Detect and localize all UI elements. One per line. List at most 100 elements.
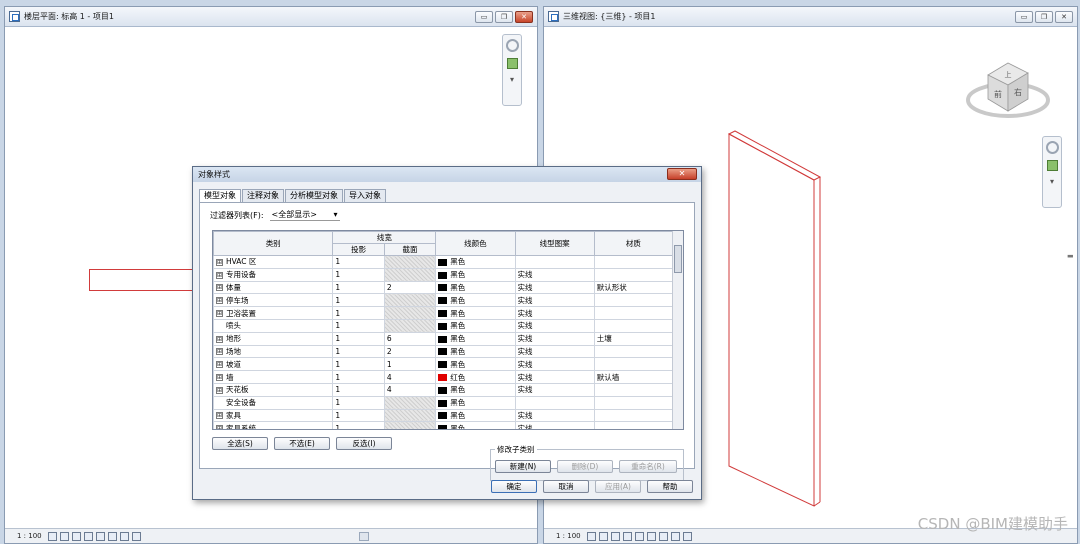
zoom-icon[interactable] <box>1046 160 1058 171</box>
cut-weight-cell[interactable] <box>383 293 437 308</box>
category-cell[interactable]: ⊞ 体量 <box>213 280 334 295</box>
expand-toggle-icon[interactable]: ⊞ <box>216 271 223 279</box>
material-cell[interactable] <box>593 408 674 423</box>
cut-weight-cell[interactable] <box>383 421 437 429</box>
category-cell[interactable]: ⊞ 家具 <box>213 408 334 423</box>
material-cell[interactable] <box>593 421 674 429</box>
material-cell[interactable] <box>593 293 674 308</box>
category-cell[interactable]: ⊞ 场地 <box>213 344 334 359</box>
line-color-cell[interactable]: 黑色 <box>435 306 516 320</box>
table-row[interactable]: ⊞ 停车场 1 黑色 实线 <box>213 293 674 308</box>
line-pattern-cell[interactable]: 实线 <box>514 382 595 397</box>
cut-weight-cell[interactable]: 2 <box>383 280 437 295</box>
view-scale[interactable]: 1 : 100 <box>17 532 42 540</box>
shadows-icon[interactable] <box>83 531 93 541</box>
projection-weight-cell[interactable]: 1 <box>332 331 385 346</box>
delete-subcategory-button[interactable]: 删除(D) <box>557 460 613 473</box>
expand-toggle-icon[interactable]: ⊞ <box>216 386 223 394</box>
line-color-cell[interactable]: 黑色 <box>435 395 516 410</box>
tab-analytical-model-objects[interactable]: 分析模型对象 <box>285 189 343 202</box>
expand-toggle-icon[interactable]: ⊞ <box>216 310 223 318</box>
line-pattern-cell[interactable]: 实线 <box>514 331 595 346</box>
projection-weight-cell[interactable]: 1 <box>332 408 385 423</box>
viewcube-right-face[interactable]: 右 <box>1014 87 1022 97</box>
vertical-scroll-mark[interactable]: ▬ <box>1067 252 1074 260</box>
line-pattern-cell[interactable] <box>514 395 595 410</box>
projection-weight-cell[interactable]: 1 <box>332 395 385 410</box>
table-row[interactable]: ⊞ 地形 1 6 黑色 实线 土壤 <box>213 331 674 346</box>
material-cell[interactable]: 默认墙 <box>593 370 674 384</box>
header-line-color[interactable]: 线颜色 <box>435 231 516 256</box>
view-scale[interactable]: 1 : 100 <box>556 532 581 540</box>
render-icon[interactable] <box>634 531 644 541</box>
expand-toggle-icon[interactable]: ⊞ <box>216 335 223 343</box>
material-cell[interactable]: 土壤 <box>593 331 674 346</box>
cut-weight-cell[interactable] <box>383 408 437 423</box>
expand-toggle-icon[interactable]: ⊞ <box>216 348 223 356</box>
line-pattern-cell[interactable]: 实线 <box>514 344 595 359</box>
steering-wheel-icon[interactable] <box>1045 141 1059 154</box>
cut-weight-cell[interactable] <box>383 318 437 333</box>
projection-weight-cell[interactable]: 1 <box>332 357 385 372</box>
select-none-button[interactable]: 不选(E) <box>274 437 330 450</box>
category-cell[interactable]: ⊞ 天花板 <box>213 382 334 397</box>
line-color-cell[interactable]: 黑色 <box>435 408 516 423</box>
line-pattern-cell[interactable]: 实线 <box>514 267 595 282</box>
category-cell[interactable]: ⊞ 坡道 <box>213 357 334 372</box>
table-row[interactable]: ⊞ 坡道 1 1 黑色 实线 <box>213 357 674 372</box>
line-pattern-cell[interactable] <box>514 255 595 269</box>
chevron-down-icon[interactable]: ▾ <box>510 75 514 84</box>
lock-view-icon[interactable] <box>658 531 668 541</box>
line-color-cell[interactable]: 黑色 <box>435 331 516 346</box>
visual-style-icon[interactable] <box>598 531 608 541</box>
close-button[interactable]: ✕ <box>515 11 533 23</box>
reveal-hidden-icon[interactable] <box>682 531 692 541</box>
temporary-hide-icon[interactable] <box>119 531 129 541</box>
object-styles-dialog[interactable]: 对象样式 ✕ 模型对象 注释对象 分析模型对象 导入对象 过滤器列表(F): <… <box>192 166 702 500</box>
sun-path-icon[interactable] <box>610 531 620 541</box>
filter-dropdown[interactable]: <全部显示> ▾ <box>269 209 340 221</box>
invert-selection-button[interactable]: 反选(I) <box>336 437 392 450</box>
line-pattern-cell[interactable]: 实线 <box>514 280 595 295</box>
category-cell[interactable]: ⊞ 地形 <box>213 331 334 346</box>
header-cut[interactable]: 截面 <box>383 243 437 256</box>
line-pattern-cell[interactable]: 实线 <box>514 408 595 423</box>
shadows-icon[interactable] <box>622 531 632 541</box>
category-cell[interactable]: 安全设备 <box>213 395 334 410</box>
table-row[interactable]: ⊞ 专用设备 1 黑色 实线 <box>213 267 674 282</box>
tab-imported-objects[interactable]: 导入对象 <box>344 189 386 202</box>
material-cell[interactable]: 默认形状 <box>593 280 674 295</box>
minimize-button[interactable]: ▭ <box>1015 11 1033 23</box>
table-row[interactable]: ⊞ 天花板 1 4 黑色 实线 <box>213 382 674 397</box>
line-pattern-cell[interactable]: 实线 <box>514 357 595 372</box>
line-pattern-cell[interactable]: 实线 <box>514 370 595 384</box>
new-subcategory-button[interactable]: 新建(N) <box>495 460 551 473</box>
projection-weight-cell[interactable]: 1 <box>332 267 385 282</box>
cut-weight-cell[interactable]: 4 <box>383 382 437 397</box>
grid-scrollbar[interactable] <box>672 231 683 429</box>
ok-button[interactable]: 确定 <box>491 480 537 493</box>
expand-toggle-icon[interactable]: ⊞ <box>216 258 223 266</box>
navigation-bar[interactable]: ▾ <box>1042 136 1062 208</box>
projection-weight-cell[interactable]: 1 <box>332 255 385 269</box>
horizontal-scroll-thumb[interactable] <box>359 532 369 541</box>
sun-path-icon[interactable] <box>71 531 81 541</box>
visual-style-icon[interactable] <box>59 531 69 541</box>
select-all-button[interactable]: 全选(S) <box>212 437 268 450</box>
navigation-bar[interactable]: ▾ <box>502 34 522 106</box>
header-category[interactable]: 类别 <box>213 231 334 256</box>
minimize-button[interactable]: ▭ <box>475 11 493 23</box>
projection-weight-cell[interactable]: 1 <box>332 370 385 384</box>
category-cell[interactable]: ⊞ 墙 <box>213 370 334 384</box>
line-color-cell[interactable]: 黑色 <box>435 293 516 308</box>
line-color-cell[interactable]: 黑色 <box>435 421 516 429</box>
category-cell[interactable]: ⊞ 卫浴装置 <box>213 306 334 320</box>
expand-toggle-icon[interactable]: ⊞ <box>216 374 223 382</box>
category-cell[interactable]: 喷头 <box>213 318 334 333</box>
line-pattern-cell[interactable]: 实线 <box>514 293 595 308</box>
temporary-hide-icon[interactable] <box>670 531 680 541</box>
expand-toggle-icon[interactable] <box>216 323 223 330</box>
dialog-close-button[interactable]: ✕ <box>667 168 697 180</box>
category-cell[interactable]: ⊞ 停车场 <box>213 293 334 308</box>
steering-wheel-icon[interactable] <box>505 39 519 52</box>
